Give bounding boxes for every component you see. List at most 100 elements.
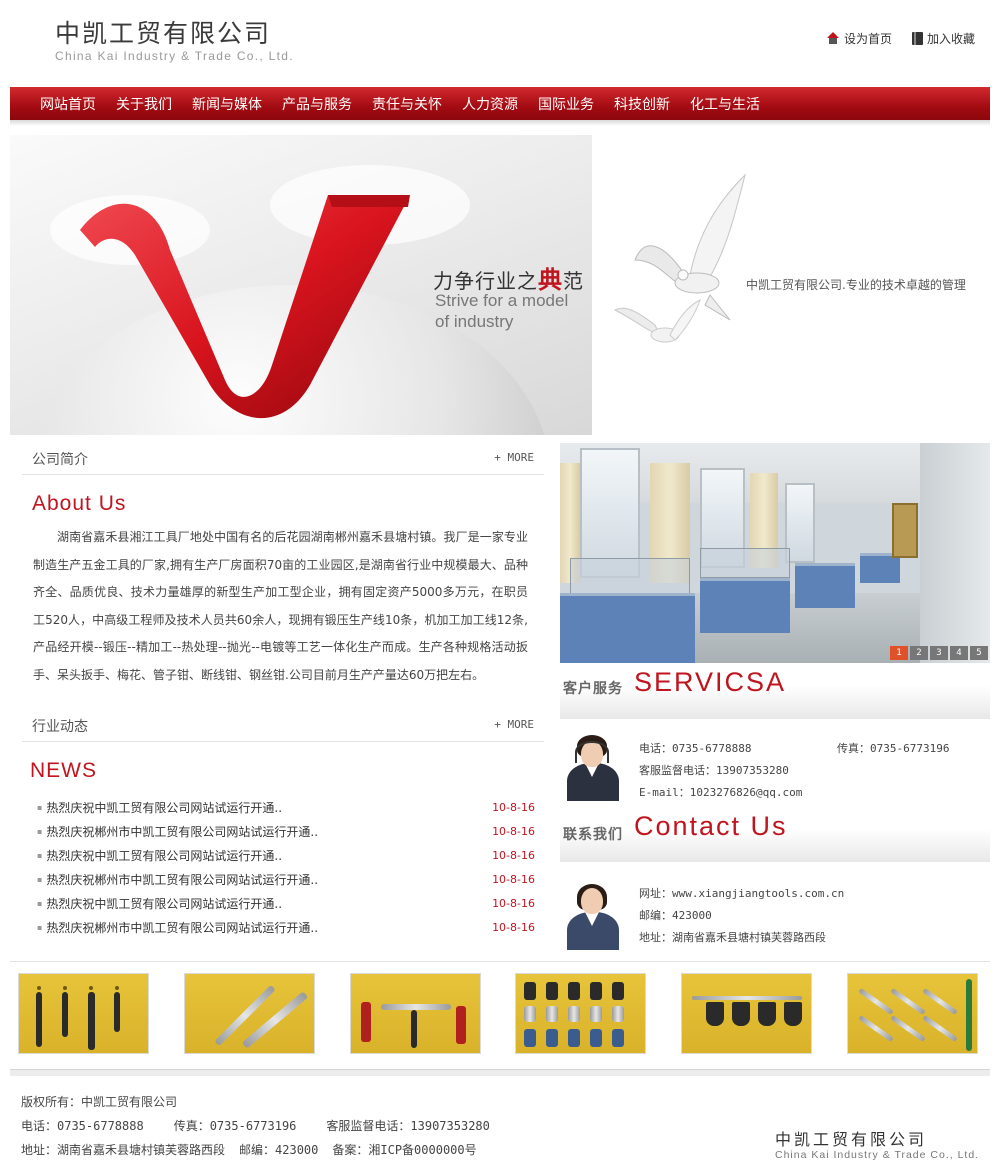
contact-agent-avatar [561,884,625,950]
office-desk [700,578,790,633]
service-strip: 客户服务 SERVICSA [560,663,990,719]
intro-more-link[interactable]: + MORE [494,451,534,464]
add-favorite-link[interactable]: 加入收藏 [911,30,975,47]
news-item-title[interactable]: 热烈庆祝郴州市中凯工贸有限公司网站试运行开通.. [37,871,318,888]
footer-address: 地址：湖南省嘉禾县塘村镇芙蓉路西段 [21,1143,226,1157]
news-list: 热烈庆祝中凯工贸有限公司网站试运行开通.. 10-8-16 热烈庆祝郴州市中凯工贸… [37,795,537,939]
nav-item-about[interactable]: 关于我们 [106,94,182,114]
about-us-text: 湖南省嘉禾县湘江工具厂地处中国有名的后花园湖南郴州嘉禾县塘村镇。我厂是一家专业制… [33,530,528,682]
service-contact-info: 电话：0735-6778888 传真：0735-6773196 客服监督电话：13… [639,738,949,804]
service-email[interactable]: E-mail：1023276826@qq.com [639,782,802,804]
news-item-title[interactable]: 热烈庆祝中凯工贸有限公司网站试运行开通.. [37,847,282,864]
set-home-label: 设为首页 [843,32,892,46]
footer-icp[interactable]: 备案：湘ICP备0000000号 [332,1143,476,1157]
news-header: 行业动态 + MORE [22,706,544,742]
footer-phone: 电话：0735-6778888 [21,1119,144,1133]
news-item-title[interactable]: 热烈庆祝中凯工贸有限公司网站试运行开通.. [37,799,282,816]
footer-logo-en: China Kai Industry & Trade Co., Ltd. [775,1149,980,1161]
footer-copyright: 版权所有：中凯工贸有限公司 [21,1095,178,1109]
footer-logo-cn: 中凯工贸有限公司 [775,1130,928,1149]
footer-info: 版权所有：中凯工贸有限公司 电话：0735-6778888 传真：0735-677… [21,1090,520,1162]
news-item-title[interactable]: 热烈庆祝中凯工贸有限公司网站试运行开通.. [37,895,282,912]
nav-item-international[interactable]: 国际业务 [528,94,604,114]
news-title: 行业动态 [32,719,88,735]
office-partition [700,548,790,578]
contact-strip: 联系我们 Contact Us [560,806,990,862]
pager-button-3[interactable]: 3 [930,646,948,660]
service-fax: 传真：0735-6773196 [837,742,950,755]
slideshow-pager: 1 2 3 4 5 [890,646,988,660]
nav-item-products[interactable]: 产品与服务 [272,94,362,114]
news-item-date: 10-8-16 [492,800,535,814]
home-icon [826,32,840,45]
news-item[interactable]: 热烈庆祝郴州市中凯工贸有限公司网站试运行开通.. 10-8-16 [37,867,537,891]
news-item-title[interactable]: 热烈庆祝郴州市中凯工贸有限公司网站试运行开通.. [37,919,318,936]
product-thumbnail-wrenches[interactable] [18,973,149,1054]
footer-supervise-phone: 客服监督电话：13907353280 [326,1119,490,1133]
banner-artwork: 力争行业之典范 Strive for a model of industry [10,135,592,435]
office-slideshow[interactable]: 1 2 3 4 5 [560,443,990,663]
nav-item-hr[interactable]: 人力资源 [452,94,528,114]
add-favorite-label: 加入收藏 [926,32,975,46]
nav-item-news[interactable]: 新闻与媒体 [182,94,272,114]
office-desk [560,593,695,663]
product-gallery [10,973,990,1055]
main-nav: 网站首页 关于我们 新闻与媒体 产品与服务 责任与关怀 人力资源 国际业务 科技… [10,87,990,120]
nav-item-technology[interactable]: 科技创新 [604,94,680,114]
office-door [892,503,918,558]
product-thumbnail-hoes[interactable] [681,973,812,1054]
pager-button-2[interactable]: 2 [910,646,928,660]
service-label-cn: 客户服务 [563,681,623,697]
news-item[interactable]: 热烈庆祝中凯工贸有限公司网站试运行开通.. 10-8-16 [37,843,537,867]
product-thumbnail-pliers[interactable] [515,973,646,1054]
office-partition [570,558,690,598]
bookmark-icon [911,32,923,45]
news-item-title[interactable]: 热烈庆祝郴州市中凯工贸有限公司网站试运行开通.. [37,823,318,840]
footer-divider [10,1069,990,1076]
office-wall [920,443,990,663]
contact-postcode: 邮编：423000 [639,909,712,922]
service-label-en: SERVICSA [634,667,787,697]
news-item-date: 10-8-16 [492,896,535,910]
set-home-link[interactable]: 设为首页 [826,30,892,47]
news-heading: NEWS [30,759,97,782]
news-item[interactable]: 热烈庆祝郴州市中凯工贸有限公司网站试运行开通.. 10-8-16 [37,819,537,843]
contact-label-cn: 联系我们 [563,827,623,843]
about-us-heading: About Us [32,492,127,515]
product-thumbnail-hammers[interactable] [847,973,978,1054]
intro-title: 公司简介 [32,452,88,468]
header: 中凯工贸有限公司 China Kai Industry & Trade Co.,… [0,0,1000,87]
pager-button-4[interactable]: 4 [950,646,968,660]
pager-button-5[interactable]: 5 [970,646,988,660]
footer-fax: 传真：0735-6773196 [173,1119,297,1133]
logo-en: China Kai Industry & Trade Co., Ltd. [55,49,294,63]
nav-item-home[interactable]: 网站首页 [30,94,106,114]
intro-header: 公司简介 + MORE [22,439,544,475]
news-item[interactable]: 热烈庆祝中凯工贸有限公司网站试运行开通.. 10-8-16 [37,795,537,819]
news-item[interactable]: 热烈庆祝郴州市中凯工贸有限公司网站试运行开通.. 10-8-16 [37,915,537,939]
contact-website[interactable]: 网址：www.xiangjiangtools.com.cn [639,883,844,905]
banner-slogan-en: Strive for a model of industry [435,291,569,331]
news-item-date: 10-8-16 [492,824,535,838]
banner-tagline: 中凯工贸有限公司.专业的技术卓越的管理 [746,278,966,292]
hero-banner: 力争行业之典范 Strive for a model of industry 中… [10,135,990,435]
news-item-date: 10-8-16 [492,872,535,886]
contact-label-en: Contact Us [634,811,788,841]
product-thumbnail-pipe-wrench[interactable] [350,973,481,1054]
contact-address: 地址：湖南省嘉禾县塘村镇芙蓉路西段 [639,931,826,944]
nav-shadow [10,120,990,126]
service-agent-avatar [561,735,625,801]
news-item-date: 10-8-16 [492,920,535,934]
contact-info: 网址：www.xiangjiangtools.com.cn 邮编：423000 … [639,883,844,949]
nav-item-responsibility[interactable]: 责任与关怀 [362,94,452,114]
product-thumbnail-adjustable-wrench[interactable] [184,973,315,1054]
news-item[interactable]: 热烈庆祝中凯工贸有限公司网站试运行开通.. 10-8-16 [37,891,537,915]
nav-item-chemical[interactable]: 化工与生活 [680,94,770,114]
products-divider [10,961,990,962]
logo-cn[interactable]: 中凯工贸有限公司 [55,14,271,50]
office-desk [795,563,855,608]
top-links: 设为首页 加入收藏 [826,30,975,47]
pager-button-1[interactable]: 1 [890,646,908,660]
news-more-link[interactable]: + MORE [494,718,534,731]
service-supervise-phone: 客服监督电话：13907353280 [639,764,789,777]
